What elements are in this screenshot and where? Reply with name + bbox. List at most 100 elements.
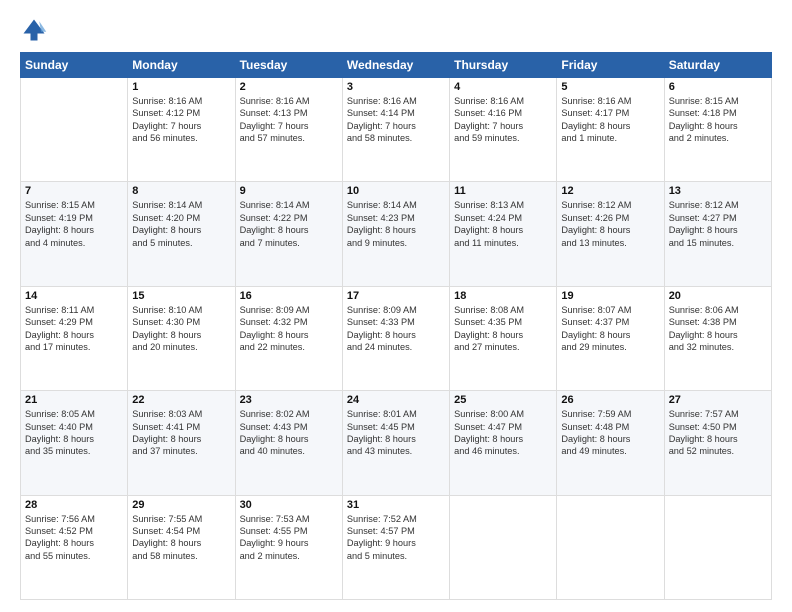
day-number: 27 [669,394,767,406]
day-number: 22 [132,394,230,406]
day-number: 14 [25,290,123,302]
day-number: 20 [669,290,767,302]
day-number: 24 [347,394,445,406]
day-number: 13 [669,185,767,197]
day-number: 12 [561,185,659,197]
day-number: 28 [25,499,123,511]
cell-details: Sunrise: 8:00 AM Sunset: 4:47 PM Dayligh… [454,408,552,458]
calendar-cell: 21 Sunrise: 8:05 AM Sunset: 4:40 PM Dayli… [21,391,128,495]
calendar-cell: 10 Sunrise: 8:14 AM Sunset: 4:23 PM Dayli… [342,182,449,286]
day-number: 4 [454,81,552,93]
calendar-row: 7Sunrise: 8:15 AM Sunset: 4:19 PM Daylig… [21,182,772,286]
weekday-header: Sunday [21,53,128,78]
cell-details: Sunrise: 8:15 AM Sunset: 4:18 PM Dayligh… [669,95,767,145]
cell-details: Sunrise: 8:16 AM Sunset: 4:17 PM Dayligh… [561,95,659,145]
calendar-cell: 30 Sunrise: 7:53 AM Sunset: 4:55 PM Dayli… [235,495,342,599]
calendar-cell [557,495,664,599]
day-number: 17 [347,290,445,302]
day-number: 25 [454,394,552,406]
weekday-header: Tuesday [235,53,342,78]
cell-details: Sunrise: 7:57 AM Sunset: 4:50 PM Dayligh… [669,408,767,458]
day-number: 2 [240,81,338,93]
calendar-cell: 3 Sunrise: 8:16 AM Sunset: 4:14 PM Daylig… [342,78,449,182]
cell-details: Sunrise: 7:53 AM Sunset: 4:55 PM Dayligh… [240,513,338,563]
page: SundayMondayTuesdayWednesdayThursdayFrid… [0,0,792,612]
day-number: 11 [454,185,552,197]
cell-details: Sunrise: 8:16 AM Sunset: 4:16 PM Dayligh… [454,95,552,145]
cell-details: Sunrise: 8:06 AM Sunset: 4:38 PM Dayligh… [669,304,767,354]
day-number: 5 [561,81,659,93]
day-number: 23 [240,394,338,406]
cell-details: Sunrise: 8:03 AM Sunset: 4:41 PM Dayligh… [132,408,230,458]
cell-details: Sunrise: 8:13 AM Sunset: 4:24 PM Dayligh… [454,199,552,249]
calendar-cell: 23 Sunrise: 8:02 AM Sunset: 4:43 PM Dayli… [235,391,342,495]
calendar-cell: 26 Sunrise: 7:59 AM Sunset: 4:48 PM Dayli… [557,391,664,495]
logo-icon [20,16,48,44]
calendar-cell: 15 Sunrise: 8:10 AM Sunset: 4:30 PM Dayli… [128,286,235,390]
logo [20,16,52,44]
calendar-cell: 20 Sunrise: 8:06 AM Sunset: 4:38 PM Dayli… [664,286,771,390]
calendar-cell [664,495,771,599]
calendar-cell: 1Sunrise: 8:16 AM Sunset: 4:12 PM Daylig… [128,78,235,182]
cell-details: Sunrise: 7:52 AM Sunset: 4:57 PM Dayligh… [347,513,445,563]
cell-details: Sunrise: 8:07 AM Sunset: 4:37 PM Dayligh… [561,304,659,354]
day-number: 1 [132,81,230,93]
cell-details: Sunrise: 8:12 AM Sunset: 4:27 PM Dayligh… [669,199,767,249]
cell-details: Sunrise: 8:09 AM Sunset: 4:33 PM Dayligh… [347,304,445,354]
calendar-row: 21 Sunrise: 8:05 AM Sunset: 4:40 PM Dayli… [21,391,772,495]
day-number: 15 [132,290,230,302]
weekday-header: Saturday [664,53,771,78]
day-number: 3 [347,81,445,93]
calendar-row: 1Sunrise: 8:16 AM Sunset: 4:12 PM Daylig… [21,78,772,182]
cell-details: Sunrise: 8:08 AM Sunset: 4:35 PM Dayligh… [454,304,552,354]
calendar-header-row: SundayMondayTuesdayWednesdayThursdayFrid… [21,53,772,78]
cell-details: Sunrise: 8:11 AM Sunset: 4:29 PM Dayligh… [25,304,123,354]
calendar-cell: 7Sunrise: 8:15 AM Sunset: 4:19 PM Daylig… [21,182,128,286]
calendar-cell: 28 Sunrise: 7:56 AM Sunset: 4:52 PM Dayli… [21,495,128,599]
header [20,16,772,44]
day-number: 29 [132,499,230,511]
calendar-cell: 16Sunrise: 8:09 AM Sunset: 4:32 PM Dayli… [235,286,342,390]
cell-details: Sunrise: 8:01 AM Sunset: 4:45 PM Dayligh… [347,408,445,458]
day-number: 8 [132,185,230,197]
day-number: 6 [669,81,767,93]
calendar-cell: 25 Sunrise: 8:00 AM Sunset: 4:47 PM Dayli… [450,391,557,495]
cell-details: Sunrise: 7:56 AM Sunset: 4:52 PM Dayligh… [25,513,123,563]
calendar-cell: 5 Sunrise: 8:16 AM Sunset: 4:17 PM Daylig… [557,78,664,182]
cell-details: Sunrise: 7:59 AM Sunset: 4:48 PM Dayligh… [561,408,659,458]
calendar-cell [450,495,557,599]
cell-details: Sunrise: 8:14 AM Sunset: 4:23 PM Dayligh… [347,199,445,249]
calendar-cell: 12 Sunrise: 8:12 AM Sunset: 4:26 PM Dayli… [557,182,664,286]
calendar-cell: 31Sunrise: 7:52 AM Sunset: 4:57 PM Dayli… [342,495,449,599]
cell-details: Sunrise: 8:15 AM Sunset: 4:19 PM Dayligh… [25,199,123,249]
calendar-cell: 2 Sunrise: 8:16 AM Sunset: 4:13 PM Daylig… [235,78,342,182]
calendar-cell: 27 Sunrise: 7:57 AM Sunset: 4:50 PM Dayli… [664,391,771,495]
calendar-cell: 14 Sunrise: 8:11 AM Sunset: 4:29 PM Dayli… [21,286,128,390]
cell-details: Sunrise: 8:10 AM Sunset: 4:30 PM Dayligh… [132,304,230,354]
day-number: 10 [347,185,445,197]
calendar-cell: 17 Sunrise: 8:09 AM Sunset: 4:33 PM Dayli… [342,286,449,390]
calendar-row: 14 Sunrise: 8:11 AM Sunset: 4:29 PM Dayli… [21,286,772,390]
cell-details: Sunrise: 8:16 AM Sunset: 4:13 PM Dayligh… [240,95,338,145]
cell-details: Sunrise: 8:14 AM Sunset: 4:22 PM Dayligh… [240,199,338,249]
day-number: 18 [454,290,552,302]
day-number: 26 [561,394,659,406]
calendar-cell: 19 Sunrise: 8:07 AM Sunset: 4:37 PM Dayli… [557,286,664,390]
calendar-row: 28 Sunrise: 7:56 AM Sunset: 4:52 PM Dayli… [21,495,772,599]
weekday-header: Thursday [450,53,557,78]
cell-details: Sunrise: 8:05 AM Sunset: 4:40 PM Dayligh… [25,408,123,458]
day-number: 19 [561,290,659,302]
cell-details: Sunrise: 8:12 AM Sunset: 4:26 PM Dayligh… [561,199,659,249]
cell-details: Sunrise: 8:14 AM Sunset: 4:20 PM Dayligh… [132,199,230,249]
calendar-cell: 4 Sunrise: 8:16 AM Sunset: 4:16 PM Daylig… [450,78,557,182]
cell-details: Sunrise: 7:55 AM Sunset: 4:54 PM Dayligh… [132,513,230,563]
calendar-cell: 24 Sunrise: 8:01 AM Sunset: 4:45 PM Dayli… [342,391,449,495]
calendar-cell: 22 Sunrise: 8:03 AM Sunset: 4:41 PM Dayli… [128,391,235,495]
day-number: 30 [240,499,338,511]
calendar-cell: 9Sunrise: 8:14 AM Sunset: 4:22 PM Daylig… [235,182,342,286]
cell-details: Sunrise: 8:16 AM Sunset: 4:14 PM Dayligh… [347,95,445,145]
calendar-cell [21,78,128,182]
day-number: 21 [25,394,123,406]
day-number: 16 [240,290,338,302]
cell-details: Sunrise: 8:02 AM Sunset: 4:43 PM Dayligh… [240,408,338,458]
